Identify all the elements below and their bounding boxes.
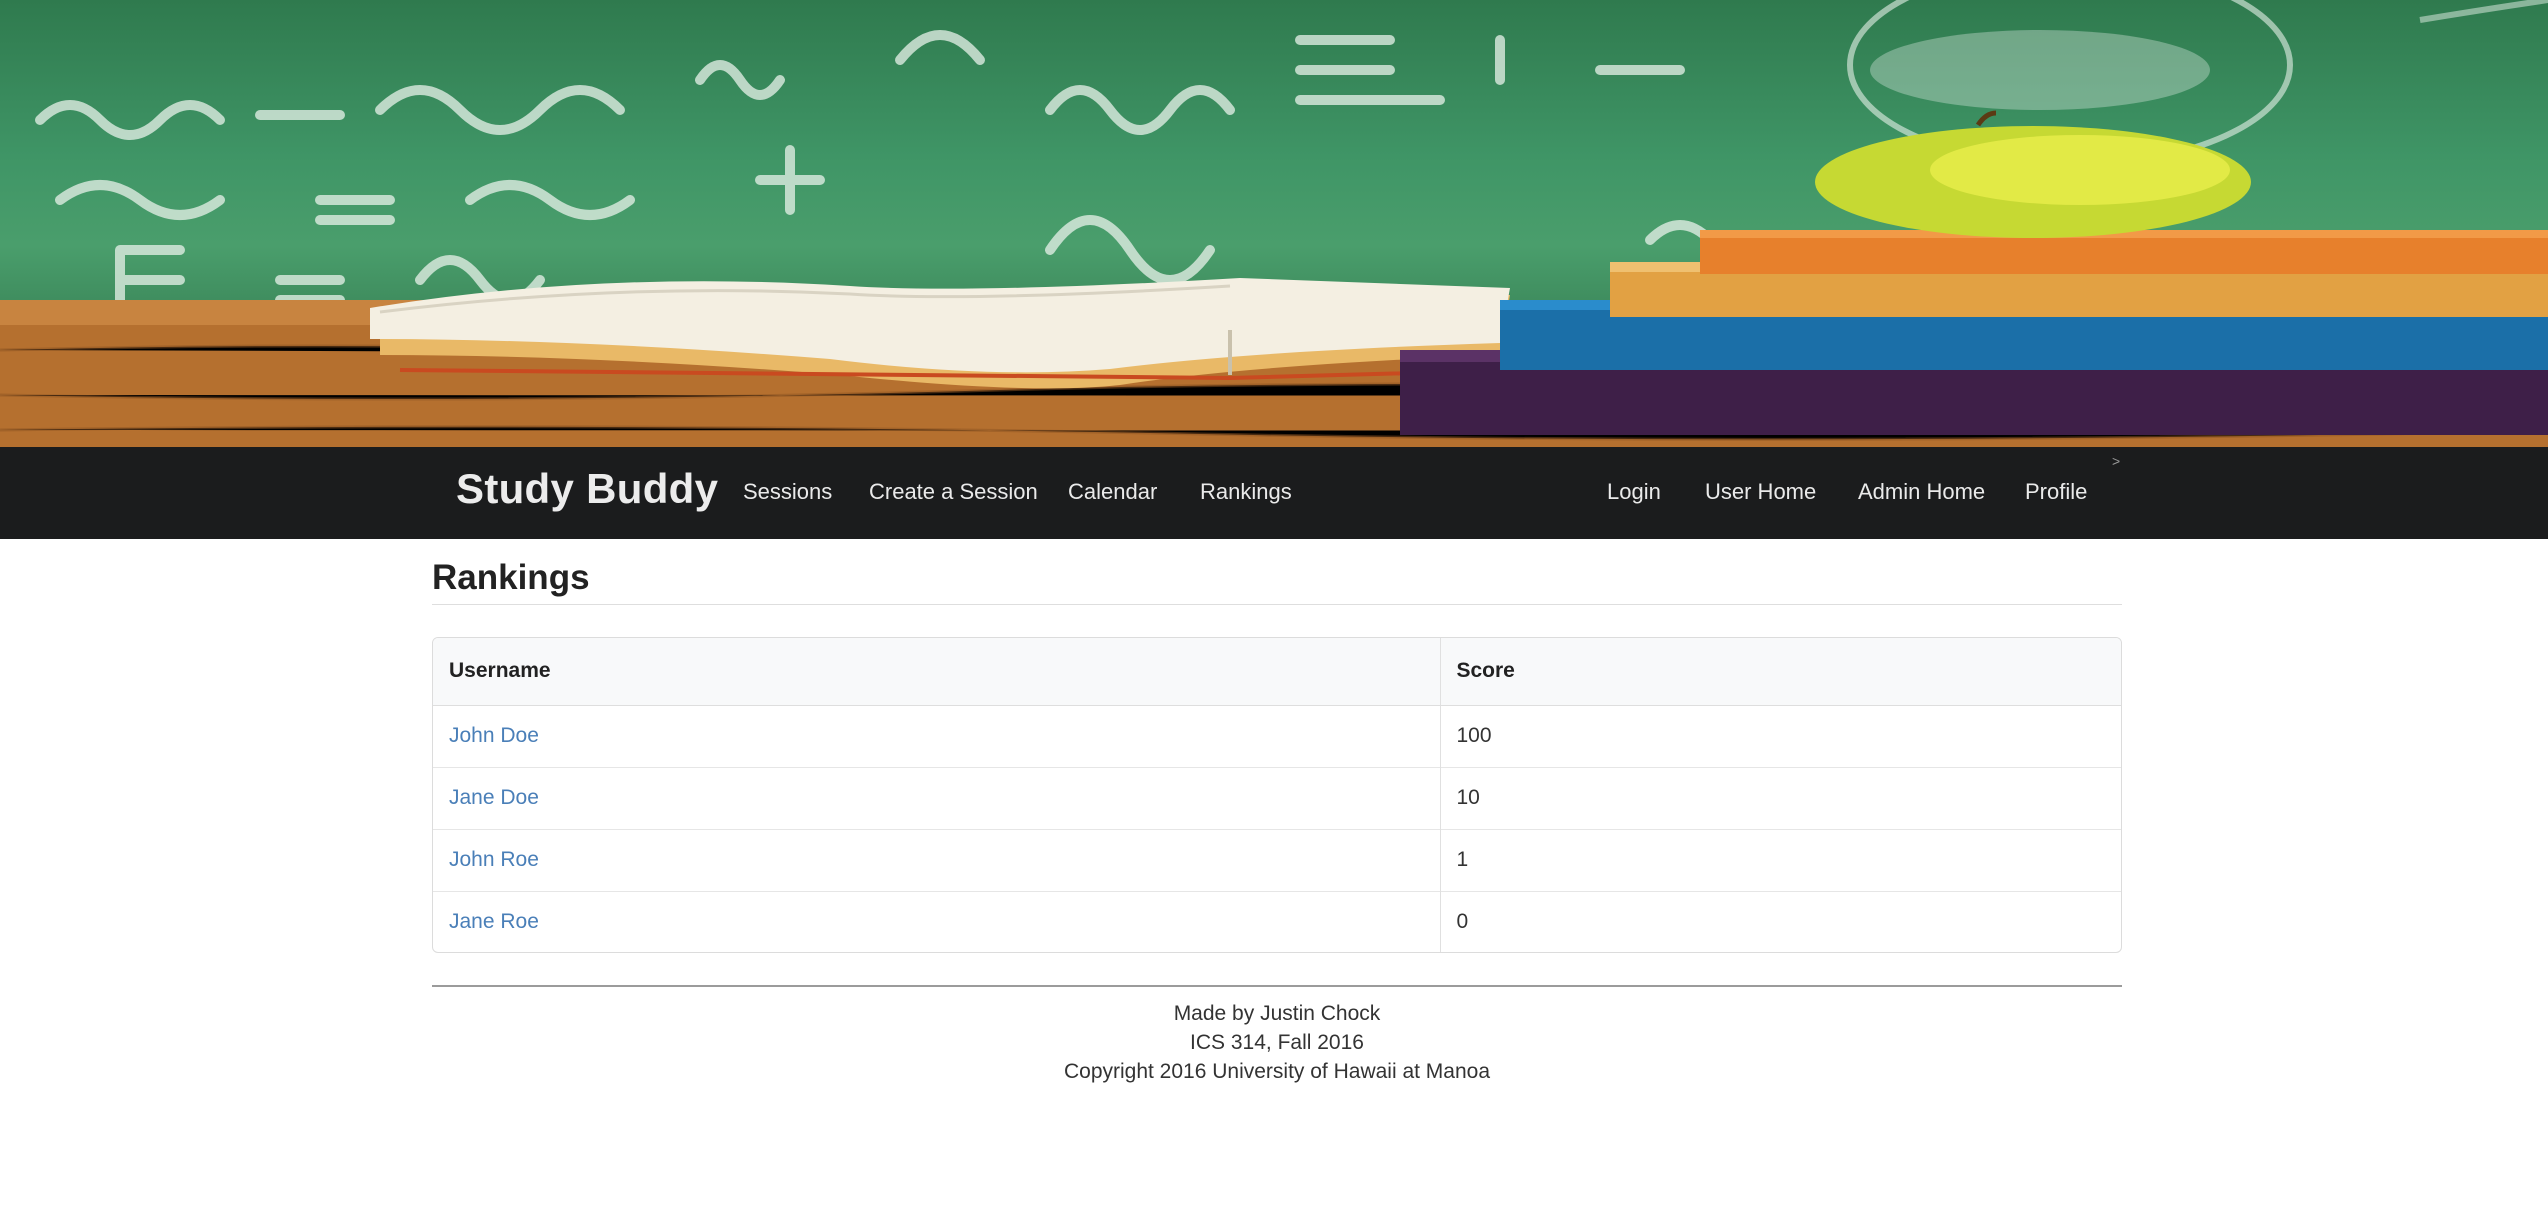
- username-link[interactable]: Jane Doe: [449, 786, 539, 809]
- username-cell: John Doe: [433, 705, 1440, 767]
- footer-copyright: Copyright 2016 University of Hawaii at M…: [1063, 1060, 1491, 1083]
- username-cell: Jane Roe: [433, 890, 1440, 952]
- title-divider: [432, 604, 2122, 605]
- table-row: Jane Roe 0: [433, 890, 2121, 952]
- score-cell: 1: [1439, 828, 2121, 891]
- score-cell: 100: [1439, 705, 2121, 767]
- table-header-row: Username Score: [433, 638, 2121, 706]
- username-link[interactable]: John Roe: [449, 848, 539, 871]
- hero-banner: [0, 0, 2548, 447]
- nav-item-sessions[interactable]: Sessions: [743, 479, 832, 505]
- footer: Made by Justin Chock ICS 314, Fall 2016 …: [432, 999, 2122, 1086]
- footer-course: ICS 314, Fall 2016: [1190, 1031, 1364, 1054]
- username-link[interactable]: Jane Roe: [449, 910, 539, 933]
- nav-item-rankings[interactable]: Rankings: [1200, 479, 1292, 505]
- table-row: Jane Doe 10: [433, 766, 2121, 829]
- nav-item-calendar[interactable]: Calendar: [1068, 479, 1157, 505]
- nav-item-create-session[interactable]: Create a Session: [869, 479, 1038, 505]
- score-cell: 0: [1439, 890, 2121, 952]
- caret-icon: >: [2112, 453, 2121, 469]
- footer-divider: [432, 985, 2122, 987]
- nav-item-login[interactable]: Login: [1607, 479, 1661, 505]
- username-link[interactable]: John Doe: [449, 724, 539, 747]
- footer-author: Made by Justin Chock: [1173, 1002, 1381, 1025]
- top-navbar: Study Buddy Sessions Create a Session Ca…: [0, 447, 2548, 539]
- page-title: Rankings: [432, 558, 590, 597]
- username-cell: John Roe: [433, 828, 1440, 891]
- rankings-table: Username Score John Doe 100 Jane Doe 10 …: [432, 637, 2122, 953]
- chalkboard-books-apple-image: [0, 0, 2548, 447]
- score-cell: 10: [1439, 766, 2121, 829]
- username-cell: Jane Doe: [433, 766, 1440, 829]
- table-row: John Doe 100: [433, 705, 2121, 767]
- brand-link[interactable]: Study Buddy: [456, 465, 718, 513]
- nav-item-profile[interactable]: Profile: [2025, 479, 2087, 505]
- nav-item-admin-home[interactable]: Admin Home: [1858, 479, 1985, 505]
- table-row: John Roe 1: [433, 828, 2121, 891]
- column-header-username: Username: [433, 638, 1440, 706]
- column-header-score: Score: [1439, 638, 2121, 706]
- nav-item-user-home[interactable]: User Home: [1705, 479, 1816, 505]
